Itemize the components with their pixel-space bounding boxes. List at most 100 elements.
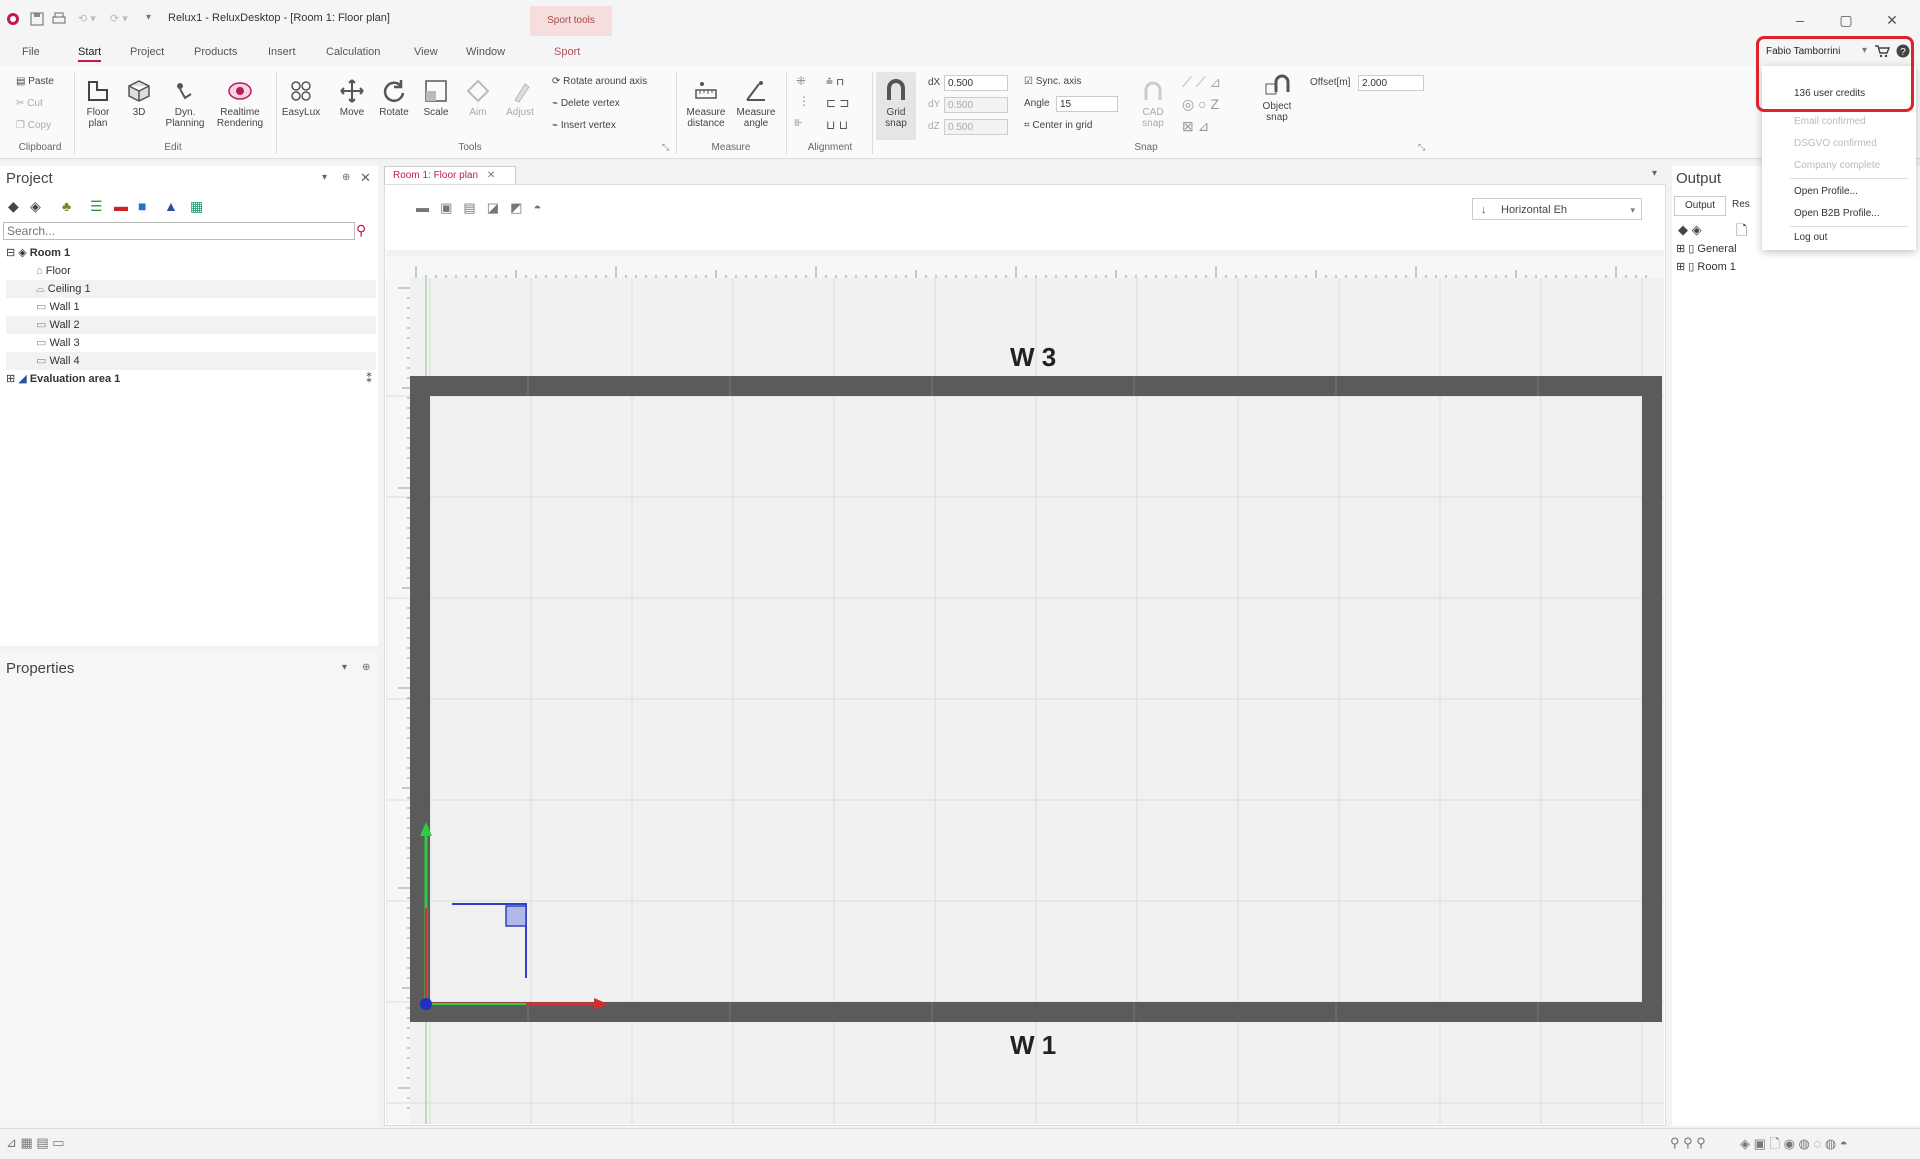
scale-button[interactable]: Scale: [418, 78, 454, 118]
minimize-button[interactable]: –: [1780, 8, 1820, 32]
angle-input[interactable]: 15: [1056, 96, 1118, 112]
horizontal-ruler[interactable]: [386, 256, 1664, 278]
snap-intersection-icon[interactable]: ⊠ ⊿: [1182, 118, 1209, 135]
save-icon[interactable]: [30, 12, 44, 26]
undo-icon[interactable]: ⟲ ▾: [78, 12, 96, 25]
paste-button[interactable]: ▤ Paste: [16, 76, 54, 87]
grid-icon[interactable]: ▦: [190, 198, 203, 215]
align-icon[interactable]: ⁜: [796, 74, 806, 88]
tab-insert[interactable]: Insert: [268, 46, 296, 58]
output-tree-item-room-1[interactable]: ⊞ ▯ Room 1: [1676, 258, 1736, 276]
easylux-button[interactable]: EasyLux: [280, 78, 322, 118]
redo-icon[interactable]: ⟳ ▾: [110, 12, 128, 25]
distribute-vertical-icon[interactable]: ⋮: [798, 94, 810, 108]
close-button[interactable]: ✕: [1872, 8, 1912, 32]
tree-item-evaluation-area-1[interactable]: ⊞ ◢ Evaluation area 1: [6, 370, 376, 388]
view-side-icon[interactable]: ▤: [463, 200, 475, 215]
wall-w3[interactable]: [410, 376, 1662, 396]
offset-input[interactable]: 2.000: [1358, 75, 1424, 91]
dy-input[interactable]: 0.500: [944, 97, 1008, 113]
measure-angle-button[interactable]: Measure angle: [732, 78, 780, 129]
zoom-icons[interactable]: ⚲ ⚲ ⚲: [1670, 1135, 1706, 1151]
rotate-around-axis-button[interactable]: ⟳ Rotate around axis: [552, 76, 647, 87]
luminaire-icon[interactable]: ▬: [114, 198, 128, 214]
tree-item-floor[interactable]: ⌂ Floor: [6, 262, 376, 280]
align-left-icon[interactable]: ⊏ ⊐: [826, 96, 849, 110]
open-b2b-profile-item[interactable]: Open B2B Profile...: [1794, 208, 1880, 219]
tree-item-wall-3[interactable]: ▭ Wall 3: [6, 334, 376, 352]
layers-icon[interactable]: ◆ ◈: [1678, 222, 1702, 238]
snap-circle-icon[interactable]: ◎ ○ Z: [1182, 96, 1219, 113]
wall-w2[interactable]: [1642, 376, 1662, 1022]
maximize-button[interactable]: ▢: [1826, 8, 1866, 32]
dz-input[interactable]: 0.500: [944, 119, 1008, 135]
dyn-planning-button[interactable]: Dyn. Planning: [160, 78, 210, 129]
tab-file[interactable]: File: [22, 46, 40, 58]
view-mode-icons[interactable]: ⊿ ▦ ▤ ▭: [6, 1135, 65, 1151]
panel-menu-icon[interactable]: ▾: [322, 172, 327, 183]
tree-item-wall-2[interactable]: ▭ Wall 2: [6, 316, 376, 334]
rotate-button[interactable]: Rotate: [374, 78, 414, 118]
object-snap-button[interactable]: Object snap: [1256, 72, 1298, 123]
log-out-item[interactable]: Log out: [1794, 232, 1827, 243]
snap-dialog-launcher-icon[interactable]: ⤡: [1418, 142, 1425, 153]
3d-button[interactable]: 3D: [122, 78, 156, 118]
center-in-grid-button[interactable]: ⌗ Center in grid: [1024, 120, 1092, 131]
insert-vertex-button[interactable]: ⌁ Insert vertex: [552, 120, 616, 131]
tab-project[interactable]: Project: [130, 46, 164, 58]
tab-calculation[interactable]: Calculation: [326, 46, 380, 58]
pin-icon[interactable]: ⊕: [362, 662, 370, 673]
cut-button[interactable]: ✂ Cut: [16, 98, 43, 109]
grid-snap-button[interactable]: Grid snap: [876, 72, 916, 140]
distribute-horizontal-icon[interactable]: ⊪: [794, 118, 803, 129]
measure-distance-button[interactable]: Measure distance: [682, 78, 730, 129]
tree-item-room-1[interactable]: ⊟ ◈ Room 1: [6, 244, 376, 262]
tab-products[interactable]: Products: [194, 46, 237, 58]
align-bottom-icon[interactable]: ⊔ ⊔: [826, 118, 848, 132]
move-button[interactable]: Move: [334, 78, 370, 118]
doc-tab-close-icon[interactable]: ✕: [487, 170, 495, 181]
reorder-handle-icon[interactable]: ⁑: [366, 372, 372, 386]
display-mode-icons[interactable]: ◈ ▣ 🗋 ◉ ◍ ◌ ◍ ◓: [1740, 1135, 1848, 1157]
open-profile-item[interactable]: Open Profile...: [1794, 186, 1858, 197]
view-image-icon[interactable]: ◪: [487, 200, 499, 215]
tab-sport[interactable]: Sport: [554, 46, 580, 58]
output-tree-item-general[interactable]: ⊞ ▯ General: [1676, 240, 1737, 258]
document-icon[interactable]: 🗋: [1736, 220, 1747, 244]
view-light-icon[interactable]: ◓: [534, 200, 542, 215]
copy-button[interactable]: ❐ Copy: [16, 120, 51, 131]
calculation-view-select[interactable]: Horizontal Eh ▾ ↓: [1472, 198, 1642, 220]
aim-button[interactable]: Aim: [460, 78, 496, 118]
tab-room-1-floor-plan[interactable]: Room 1: Floor plan ✕: [384, 166, 516, 184]
tree-icon[interactable]: ♣: [62, 198, 71, 214]
layers-icon[interactable]: ◆: [8, 198, 19, 215]
view-top-icon[interactable]: ▬: [416, 200, 429, 215]
realtime-rendering-button[interactable]: Realtime Rendering: [212, 78, 268, 129]
pin-icon[interactable]: ⊕: [342, 172, 350, 183]
view-chart-icon[interactable]: ◩: [510, 200, 522, 215]
furniture-icon[interactable]: ▲: [164, 198, 178, 214]
doc-tabs-dropdown-icon[interactable]: ▾: [1652, 168, 1657, 179]
floor-plan-button[interactable]: Floor plan: [78, 78, 118, 129]
sync-axis-checkbox[interactable]: ☑ Sync. axis: [1024, 76, 1081, 87]
box-icon[interactable]: ■: [138, 198, 146, 214]
axis-gizmo[interactable]: [420, 822, 608, 1010]
quick-access-dropdown-icon[interactable]: ▾: [146, 12, 151, 23]
tab-output[interactable]: Output: [1674, 196, 1726, 216]
tab-start[interactable]: Start: [78, 46, 102, 62]
print-icon[interactable]: [52, 12, 66, 26]
adjust-button[interactable]: Adjust: [500, 78, 540, 118]
view-front-icon[interactable]: ▣: [440, 200, 452, 215]
panel-menu-icon[interactable]: ▾: [342, 662, 347, 673]
tab-window[interactable]: Window: [466, 46, 505, 58]
tree-item-wall-1[interactable]: ▭ Wall 1: [6, 298, 376, 316]
dx-input[interactable]: 0.500: [944, 75, 1008, 91]
panel-close-icon[interactable]: ✕: [360, 170, 371, 186]
snap-endpoint-icon[interactable]: ⟋ ⟋ ⊿: [1182, 74, 1221, 91]
layers-alt-icon[interactable]: ◈: [30, 198, 41, 215]
tree-item-ceiling-1[interactable]: ⌓ Ceiling 1: [6, 280, 376, 298]
filter-icon[interactable]: ☰: [90, 198, 103, 215]
tree-item-wall-4[interactable]: ▭ Wall 4: [6, 352, 376, 370]
tab-view[interactable]: View: [414, 46, 438, 58]
search-icon[interactable]: ⚲: [356, 222, 366, 239]
